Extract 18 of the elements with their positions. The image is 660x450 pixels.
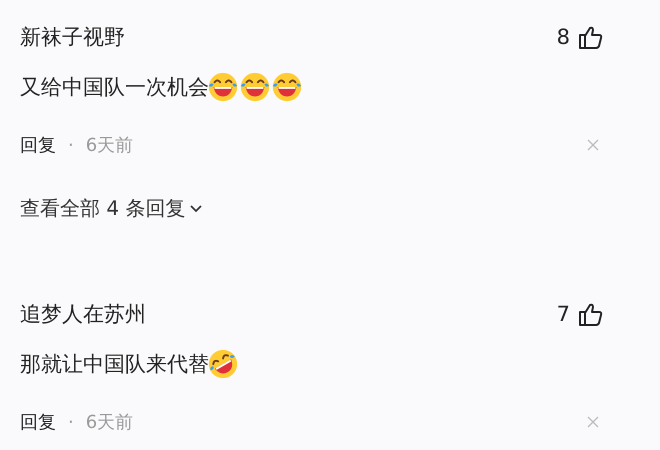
like-count: 7: [556, 302, 570, 326]
like-count: 8: [556, 25, 570, 49]
comment-text: 又给中国队一次机会: [20, 74, 209, 101]
laughing-emoji-icon: [206, 70, 240, 104]
separator-dot: ·: [68, 412, 74, 432]
reply-link[interactable]: 回复: [20, 410, 56, 434]
reply-link[interactable]: 回复: [20, 133, 56, 157]
username[interactable]: 新袜子视野: [20, 23, 557, 51]
comment-text: 那就让中国队来代替: [20, 351, 209, 378]
separator-dot: ·: [68, 134, 74, 156]
username[interactable]: 追梦人在苏州: [20, 300, 557, 328]
thumbs-up-icon[interactable]: [578, 302, 603, 326]
laughing-emoji-icon: [238, 70, 272, 104]
thumbs-up-icon[interactable]: [578, 24, 603, 50]
timestamp: 6天前: [86, 411, 134, 434]
timestamp: 6天前: [86, 134, 134, 157]
laughing-emoji-icon: [270, 70, 304, 104]
view-replies-link[interactable]: 查看全部 4 条回复: [20, 194, 204, 222]
